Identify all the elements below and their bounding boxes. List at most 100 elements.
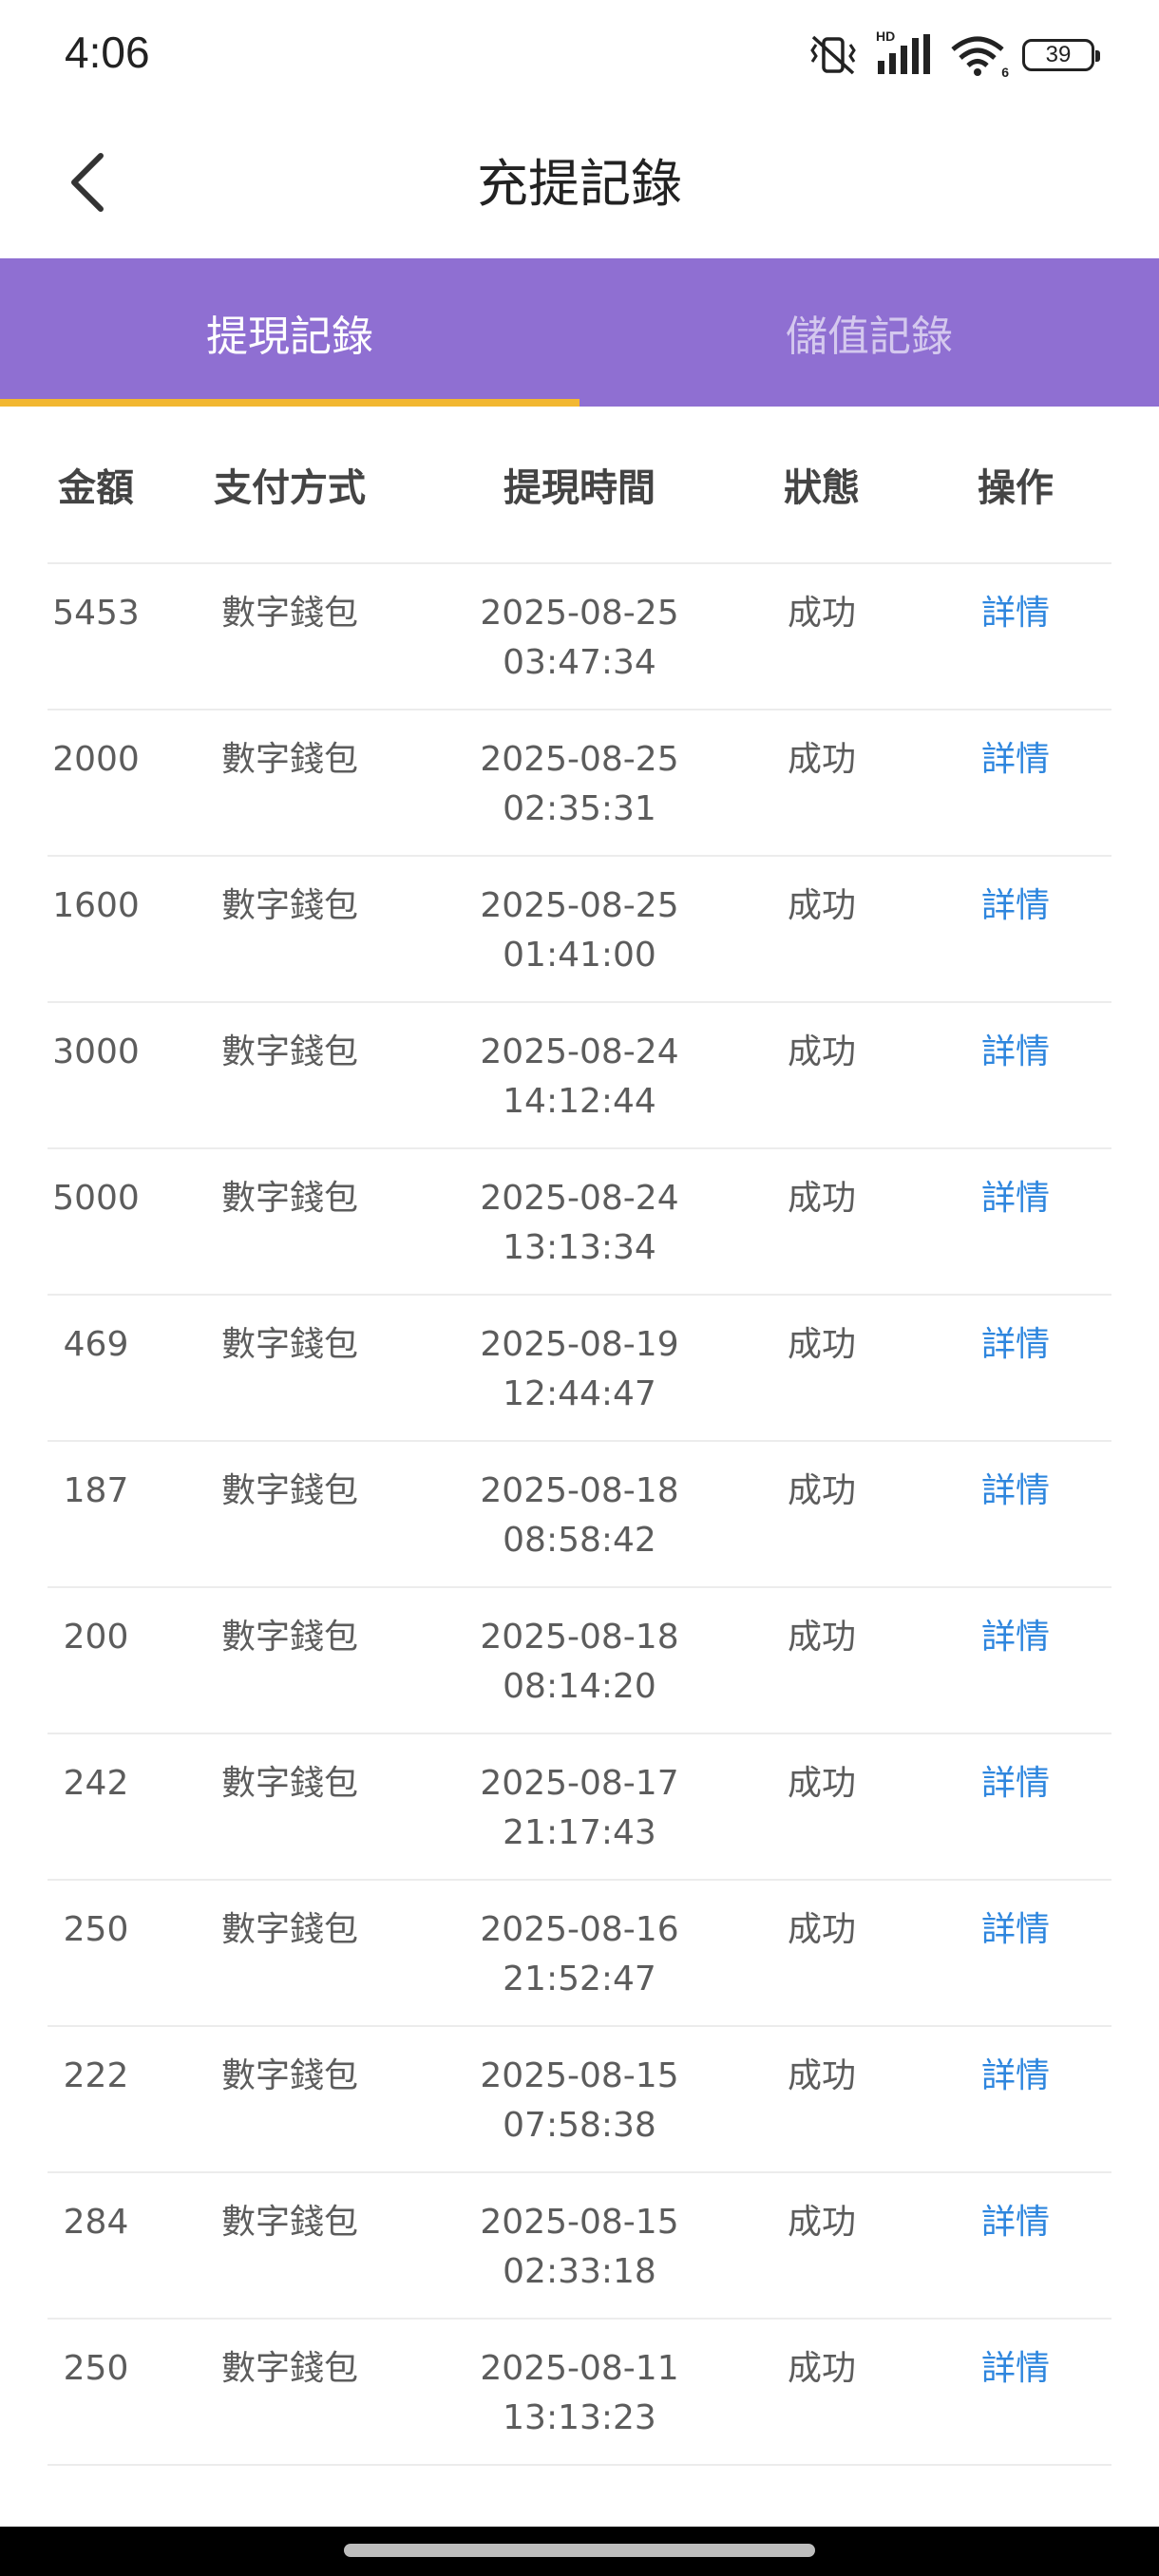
table-row: 1600 數字錢包 2025-08-25 01:41:00 成功 詳情: [48, 857, 1112, 1003]
cell-action: 詳情: [920, 589, 1112, 638]
cell-payment-method: 數字錢包: [220, 2056, 358, 2095]
cell-clock: 21:52:47: [503, 1960, 656, 1998]
battery-icon: 39: [1022, 39, 1100, 71]
table-row: 187 數字錢包 2025-08-18 08:58:42 成功 詳情: [48, 1442, 1112, 1588]
cell-payment-method: 數字錢包: [220, 594, 358, 633]
cell-status: 成功: [787, 2349, 856, 2388]
details-link[interactable]: 詳情: [981, 1764, 1050, 1803]
cell-clock: 21:17:43: [503, 1813, 656, 1852]
cell-date: 2025-08-11: [480, 2349, 679, 2388]
cell-withdrawal-time: 2025-08-25 03:47:34: [435, 589, 724, 688]
screen: 4:06 HD 6 39 充提記錄 提現記錄 儲值記錄 金額 支付方式 提現時間…: [0, 0, 1159, 2576]
table-row: 5453 數字錢包 2025-08-25 03:47:34 成功 詳情: [48, 564, 1112, 710]
cell-action: 詳情: [920, 2198, 1112, 2247]
cell-date: 2025-08-24: [480, 1032, 679, 1071]
cell-amount: 5453: [52, 594, 140, 633]
wifi-6-label: 6: [1001, 65, 1009, 80]
tab-deposit-records[interactable]: 儲值記錄: [580, 258, 1159, 407]
table-row: 5000 數字錢包 2025-08-24 13:13:34 成功 詳情: [48, 1149, 1112, 1296]
table-row: 250 數字錢包 2025-08-11 13:13:23 成功 詳情: [48, 2320, 1112, 2466]
signal-icon: HD: [876, 28, 933, 76]
cell-payment-method: 數字錢包: [220, 1325, 358, 1364]
cell-withdrawal-time: 2025-08-17 21:17:43: [435, 1759, 724, 1858]
cell-action: 詳情: [920, 1028, 1112, 1077]
cell-clock: 02:33:18: [503, 2252, 656, 2291]
cell-amount: 469: [63, 1325, 129, 1364]
cell-amount: 250: [63, 2349, 129, 2388]
header-status: 狀態: [784, 466, 860, 510]
status-time: 4:06: [65, 28, 150, 77]
details-link[interactable]: 詳情: [981, 1179, 1050, 1218]
cell-status: 成功: [787, 2056, 856, 2095]
cell-amount: 222: [63, 2056, 129, 2095]
details-link[interactable]: 詳情: [981, 2056, 1050, 2095]
cell-action: 詳情: [920, 1467, 1112, 1516]
cell-withdrawal-time: 2025-08-18 08:58:42: [435, 1467, 724, 1565]
cell-action: 詳情: [920, 1174, 1112, 1223]
cell-status: 成功: [787, 886, 856, 925]
cell-payment-method: 數字錢包: [220, 1764, 358, 1803]
battery-level: 39: [1045, 42, 1072, 67]
cell-action: 詳情: [920, 1613, 1112, 1662]
cell-amount: 3000: [52, 1032, 140, 1071]
cell-date: 2025-08-25: [480, 594, 679, 633]
tab-withdrawal-records[interactable]: 提現記錄: [0, 258, 580, 407]
cell-withdrawal-time: 2025-08-24 13:13:34: [435, 1174, 724, 1273]
hd-label: HD: [876, 28, 896, 44]
details-link[interactable]: 詳情: [981, 1910, 1050, 1949]
cell-withdrawal-time: 2025-08-15 02:33:18: [435, 2198, 724, 2297]
table-row: 469 數字錢包 2025-08-19 12:44:47 成功 詳情: [48, 1296, 1112, 1442]
table-row: 250 數字錢包 2025-08-16 21:52:47 成功 詳情: [48, 1881, 1112, 2027]
nav-bar: 充提記錄: [0, 112, 1159, 258]
cell-payment-method: 數字錢包: [220, 2203, 358, 2242]
cell-status: 成功: [787, 1764, 856, 1803]
cell-payment-method: 數字錢包: [220, 740, 358, 779]
cell-amount: 187: [63, 1471, 129, 1510]
cell-status: 成功: [787, 1325, 856, 1364]
cell-withdrawal-time: 2025-08-11 13:13:23: [435, 2344, 724, 2443]
status-icons: HD 6 39: [808, 28, 1100, 82]
header-action: 操作: [978, 466, 1054, 510]
cell-clock: 14:12:44: [503, 1082, 656, 1121]
cell-status: 成功: [787, 2203, 856, 2242]
cell-withdrawal-time: 2025-08-24 14:12:44: [435, 1028, 724, 1127]
cell-amount: 242: [63, 1764, 129, 1803]
header-amount: 金額: [58, 466, 134, 510]
details-link[interactable]: 詳情: [981, 886, 1050, 925]
records-table: 金額 支付方式 提現時間 狀態 操作 5453 數字錢包 2025-08-25 03:…: [48, 407, 1112, 2466]
details-link[interactable]: 詳情: [981, 2349, 1050, 2388]
cell-date: 2025-08-19: [480, 1325, 679, 1364]
details-link[interactable]: 詳情: [981, 2203, 1050, 2242]
cell-date: 2025-08-18: [480, 1471, 679, 1510]
tab-bar: 提現記錄 儲值記錄: [0, 258, 1159, 407]
cell-date: 2025-08-25: [480, 740, 679, 779]
cell-withdrawal-time: 2025-08-25 01:41:00: [435, 881, 724, 980]
table-row: 222 數字錢包 2025-08-15 07:58:38 成功 詳情: [48, 2027, 1112, 2173]
header-withdrawal-time: 提現時間: [504, 466, 656, 510]
cell-date: 2025-08-17: [480, 1764, 679, 1803]
cell-status: 成功: [787, 594, 856, 633]
header-payment-method: 支付方式: [214, 466, 366, 510]
cell-clock: 01:41:00: [503, 936, 656, 975]
cell-withdrawal-time: 2025-08-18 08:14:20: [435, 1613, 724, 1712]
cell-action: 詳情: [920, 1905, 1112, 1955]
cell-action: 詳情: [920, 1759, 1112, 1809]
details-link[interactable]: 詳情: [981, 1032, 1050, 1071]
details-link[interactable]: 詳情: [981, 1618, 1050, 1657]
cell-date: 2025-08-15: [480, 2203, 679, 2242]
status-bar: 4:06 HD 6 39: [0, 0, 1159, 112]
cell-amount: 2000: [52, 740, 140, 779]
home-gesture-handle[interactable]: [344, 2544, 815, 2557]
gesture-area: [0, 2527, 1159, 2576]
details-link[interactable]: 詳情: [981, 1471, 1050, 1510]
details-link[interactable]: 詳情: [981, 594, 1050, 633]
active-tab-indicator: [0, 399, 580, 407]
details-link[interactable]: 詳情: [981, 740, 1050, 779]
cell-action: 詳情: [920, 2344, 1112, 2394]
details-link[interactable]: 詳情: [981, 1325, 1050, 1364]
cell-clock: 03:47:34: [503, 643, 656, 682]
cell-amount: 284: [63, 2203, 129, 2242]
cell-clock: 08:14:20: [503, 1667, 656, 1706]
cell-payment-method: 數字錢包: [220, 886, 358, 925]
tab-label: 儲值記錄: [786, 313, 953, 361]
